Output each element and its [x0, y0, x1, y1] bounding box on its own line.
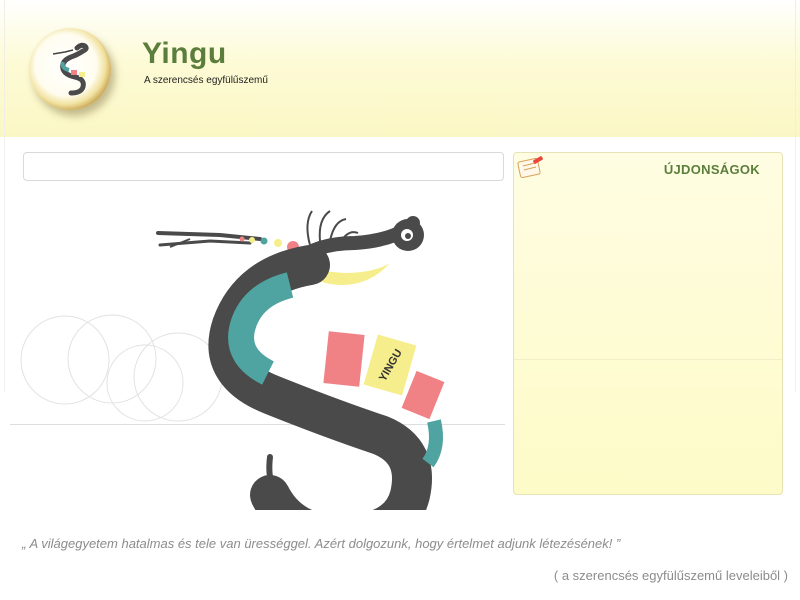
footer-quote: „ A világegyetem hatalmas és tele van ür… [22, 536, 621, 551]
site-subtitle: A szerencsés egyfülűszemű [144, 75, 268, 86]
header-border-right [795, 0, 796, 137]
content-border-left [4, 137, 5, 392]
header-border-left [4, 0, 5, 137]
news-divider [514, 359, 782, 360]
footer-quote-source: ( a szerencsés egyfülűszemű leveleiből ) [553, 568, 788, 583]
site-header: Yingu A szerencsés egyfülűszemű [0, 0, 800, 137]
site-logo[interactable] [29, 28, 111, 110]
site-title[interactable]: Yingu [142, 37, 227, 71]
search-input[interactable] [23, 152, 504, 181]
yingu-snake-illustration: YINGU [156, 210, 445, 510]
content-border-right [795, 137, 796, 392]
circle-1 [20, 315, 110, 405]
logo-snake-icon [52, 42, 89, 96]
news-title[interactable]: ÚJDONSÁGOK [664, 162, 760, 177]
circle-2 [67, 314, 157, 404]
notepad-icon [517, 156, 543, 179]
news-panel: ÚJDONSÁGOK [513, 152, 783, 495]
